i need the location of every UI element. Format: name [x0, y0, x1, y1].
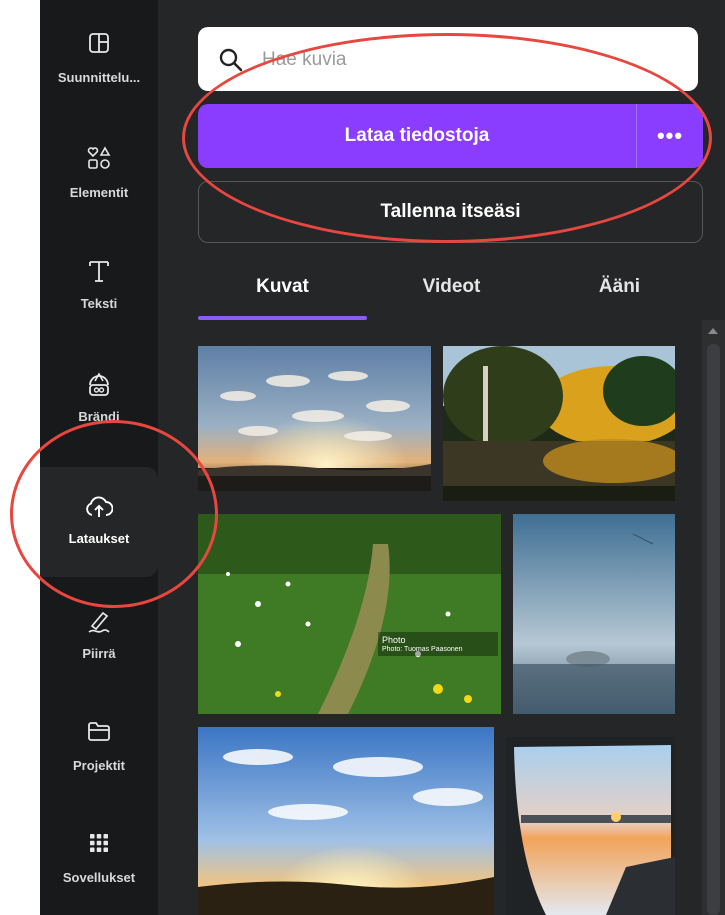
layout-icon	[89, 33, 109, 53]
scrollbar-thumb[interactable]	[707, 344, 720, 915]
sidebar-item-label: Lataukset	[68, 531, 130, 546]
autumn-river-image	[443, 346, 675, 501]
editor-app: Suunnittelu... Elementit Teksti Brändi L…	[40, 0, 725, 915]
gallery-scrollbar[interactable]	[702, 320, 725, 915]
brand-icon	[89, 372, 109, 396]
sidebar-item-draw[interactable]: Piirrä	[40, 586, 158, 686]
image-thumbnail[interactable]: Photo Photo: Tuomas Paasonen	[198, 514, 501, 714]
image-thumbnail[interactable]	[198, 727, 494, 915]
record-yourself-button[interactable]: Tallenna itseäsi	[198, 181, 703, 243]
sidebar-item-apps[interactable]: Sovellukset	[40, 810, 158, 910]
summer-sunset-image	[198, 727, 494, 915]
image-thumbnail[interactable]	[506, 737, 675, 915]
cloud-upload-icon	[86, 496, 113, 517]
sidebar-item-brand[interactable]: Brändi	[40, 349, 158, 449]
sidebar-item-text[interactable]: Teksti	[40, 236, 158, 336]
tab-images[interactable]: Kuvat	[198, 268, 367, 320]
search-input[interactable]	[260, 41, 664, 79]
upload-files-button-group: Lataa tiedostoja •••	[198, 104, 703, 168]
sidebar-item-label: Sovellukset	[62, 870, 136, 885]
sidebar-item-label: Teksti	[80, 296, 118, 311]
sidebar-item-label: Brändi	[78, 409, 120, 424]
image-thumbnail[interactable]	[513, 514, 675, 714]
sunset-sky-image	[198, 346, 431, 491]
search-icon	[219, 48, 243, 72]
shapes-icon	[87, 146, 111, 169]
sidebar: Suunnittelu... Elementit Teksti Brändi L…	[40, 0, 158, 915]
apps-grid-icon	[90, 834, 108, 852]
sidebar-item-uploads[interactable]: Lataukset	[40, 467, 158, 577]
scroll-up-arrow-icon[interactable]	[708, 328, 718, 334]
snowy-car-window-image	[506, 737, 675, 915]
misty-field-image	[513, 514, 675, 714]
draw-icon	[88, 611, 110, 633]
text-icon	[89, 261, 109, 282]
folder-icon	[88, 722, 110, 741]
sidebar-item-label: Elementit	[69, 185, 129, 200]
sidebar-item-elements[interactable]: Elementit	[40, 123, 158, 223]
active-tab-indicator	[198, 316, 367, 320]
sidebar-item-label: Piirrä	[82, 646, 116, 661]
media-tabs: Kuvat Videot Ääni	[198, 268, 703, 320]
image-thumbnail[interactable]	[443, 346, 675, 501]
meadow-path-image	[198, 514, 501, 714]
search-box[interactable]	[198, 27, 698, 91]
image-overlay-caption: Photo: Tuomas Paasonen	[382, 646, 463, 653]
more-options-button[interactable]: •••	[637, 104, 703, 168]
sidebar-item-design[interactable]: Suunnittelu...	[40, 10, 158, 110]
image-overlay-title: Photo	[382, 635, 406, 645]
tab-videos[interactable]: Videot	[367, 268, 536, 320]
sidebar-item-label: Projektit	[72, 758, 125, 773]
sidebar-item-projects[interactable]: Projektit	[40, 698, 158, 798]
upload-files-button[interactable]: Lataa tiedostoja	[198, 104, 636, 168]
sidebar-item-label: Suunnittelu...	[57, 70, 141, 85]
uploads-panel: Lataa tiedostoja ••• Tallenna itseäsi Ku…	[158, 0, 725, 915]
image-thumbnail[interactable]	[198, 346, 431, 491]
tab-audio[interactable]: Ääni	[536, 268, 703, 320]
